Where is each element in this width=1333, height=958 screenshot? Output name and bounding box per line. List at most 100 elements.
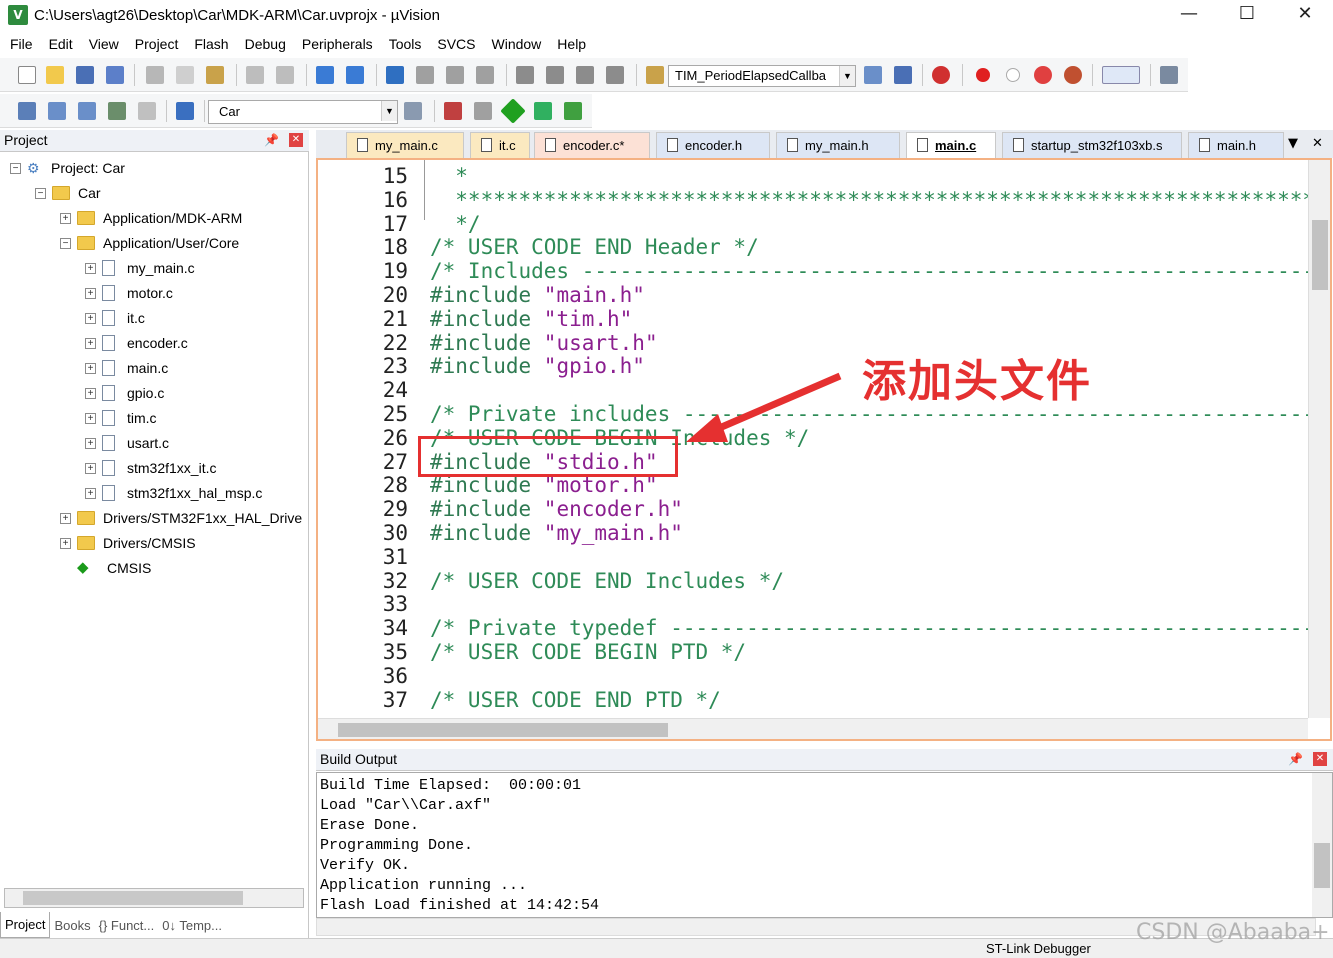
- expand-icon[interactable]: +: [60, 212, 71, 224]
- scrollbar-thumb[interactable]: [1314, 843, 1330, 888]
- expand-icon[interactable]: +: [85, 412, 96, 424]
- tree-item[interactable]: + Drivers/STM32F1xx_HAL_Drive: [60, 506, 302, 530]
- tree-item[interactable]: − Car: [35, 181, 101, 205]
- editor-tab[interactable]: startup_stm32f103xb.s: [1002, 132, 1182, 158]
- expand-icon[interactable]: +: [85, 287, 96, 299]
- editor-tab[interactable]: my_main.h: [776, 132, 900, 158]
- tree-item[interactable]: + my_main.c: [85, 256, 195, 280]
- find-icon[interactable]: [864, 66, 882, 84]
- chevron-down-icon[interactable]: ▼: [839, 66, 855, 86]
- collapse-icon[interactable]: −: [10, 162, 21, 174]
- close-button[interactable]: ✕: [1276, 0, 1333, 26]
- build-vertical-scrollbar[interactable]: [1312, 773, 1332, 917]
- tree-item[interactable]: + stm32f1xx_it.c: [85, 456, 216, 480]
- editor-tab[interactable]: encoder.h: [656, 132, 770, 158]
- save-icon[interactable]: [76, 66, 94, 84]
- navigate-back-icon[interactable]: [316, 66, 334, 84]
- tree-item[interactable]: − ⚙ Project: Car: [10, 156, 125, 180]
- expand-icon[interactable]: +: [85, 387, 96, 399]
- navigate-forward-icon[interactable]: [346, 66, 364, 84]
- close-icon[interactable]: ✕: [1313, 752, 1327, 766]
- breakpoint-icon[interactable]: [976, 68, 990, 82]
- configure-icon[interactable]: [1160, 66, 1178, 84]
- expand-icon[interactable]: +: [85, 262, 96, 274]
- comment-icon[interactable]: [576, 66, 594, 84]
- expand-icon[interactable]: +: [60, 537, 71, 549]
- expand-icon[interactable]: +: [60, 512, 71, 524]
- scrollbar-thumb[interactable]: [338, 723, 668, 737]
- file-extensions-icon[interactable]: [444, 102, 462, 120]
- bookmark-icon[interactable]: [386, 66, 404, 84]
- pin-icon[interactable]: 📌: [1288, 752, 1303, 766]
- open-file-icon[interactable]: [46, 66, 64, 84]
- editor-tab[interactable]: encoder.c*: [534, 132, 650, 158]
- panel-tab-3[interactable]: 0↓ Temp...: [158, 912, 226, 938]
- expand-icon[interactable]: +: [85, 487, 96, 499]
- disable-breakpoint-icon[interactable]: [1006, 68, 1020, 82]
- clear-breakpoints-icon[interactable]: [1034, 66, 1052, 84]
- copy-icon[interactable]: [176, 66, 194, 84]
- next-bookmark-icon[interactable]: [446, 66, 464, 84]
- close-icon[interactable]: ✕: [289, 133, 303, 147]
- indent-icon[interactable]: [516, 66, 534, 84]
- tree-item[interactable]: + main.c: [85, 356, 168, 380]
- chevron-down-icon[interactable]: ▼: [381, 101, 397, 121]
- maximize-button[interactable]: ☐: [1218, 0, 1276, 26]
- tree-item[interactable]: + Application/MDK-ARM: [60, 206, 242, 230]
- save-all-icon[interactable]: [106, 66, 124, 84]
- tree-item[interactable]: + motor.c: [85, 281, 173, 305]
- menu-debug[interactable]: Debug: [237, 36, 294, 52]
- tree-item[interactable]: + gpio.c: [85, 381, 164, 405]
- expand-icon[interactable]: +: [85, 437, 96, 449]
- scrollbar-thumb[interactable]: [23, 891, 243, 905]
- menu-flash[interactable]: Flash: [186, 36, 236, 52]
- editor-tab[interactable]: my_main.c: [346, 132, 464, 158]
- pack-installer-icon[interactable]: [534, 102, 552, 120]
- menu-window[interactable]: Window: [484, 36, 550, 52]
- paste-icon[interactable]: [206, 66, 224, 84]
- menu-tools[interactable]: Tools: [381, 36, 430, 52]
- expand-icon[interactable]: +: [85, 462, 96, 474]
- expand-icon[interactable]: +: [85, 337, 96, 349]
- kill-breakpoints-icon[interactable]: [1064, 66, 1082, 84]
- menu-view[interactable]: View: [81, 36, 127, 52]
- editor-tab[interactable]: main.c: [906, 132, 996, 158]
- tree-item[interactable]: + tim.c: [85, 406, 157, 430]
- target-options-icon[interactable]: [404, 102, 422, 120]
- tree-item[interactable]: + encoder.c: [85, 331, 188, 355]
- tree-item[interactable]: + usart.c: [85, 431, 169, 455]
- menu-file[interactable]: File: [2, 36, 41, 52]
- minimize-button[interactable]: —: [1160, 0, 1218, 26]
- editor-horizontal-scrollbar[interactable]: [318, 718, 1308, 739]
- function-search-combobox[interactable]: TIM_PeriodElapsedCallba ▼: [668, 65, 856, 87]
- stop-build-icon[interactable]: [138, 102, 156, 120]
- redo-icon[interactable]: [276, 66, 294, 84]
- translate-icon[interactable]: [18, 102, 36, 120]
- tree-item[interactable]: + Drivers/CMSIS: [60, 531, 196, 555]
- debug-session-icon[interactable]: [932, 66, 950, 84]
- build-output-pane[interactable]: Build Time Elapsed: 00:00:01 Load "Car\\C…: [316, 772, 1333, 918]
- select-packs-icon[interactable]: [564, 102, 582, 120]
- batch-build-icon[interactable]: [108, 102, 126, 120]
- menu-help[interactable]: Help: [549, 36, 594, 52]
- panel-tab-0[interactable]: Project: [0, 912, 51, 938]
- unindent-icon[interactable]: [546, 66, 564, 84]
- find-in-files-icon[interactable]: [646, 66, 664, 84]
- menu-project[interactable]: Project: [127, 36, 187, 52]
- incremental-find-icon[interactable]: [894, 66, 912, 84]
- close-tab-icon[interactable]: ✕: [1312, 136, 1323, 151]
- editor-tab[interactable]: it.c: [470, 132, 530, 158]
- tab-list-icon[interactable]: ▼: [1288, 136, 1298, 151]
- editor-vertical-scrollbar[interactable]: [1308, 160, 1330, 718]
- project-horizontal-scrollbar[interactable]: [4, 888, 304, 908]
- tree-item[interactable]: + it.c: [85, 306, 145, 330]
- build-icon[interactable]: [48, 102, 66, 120]
- uncomment-icon[interactable]: [606, 66, 624, 84]
- clear-bookmarks-icon[interactable]: [476, 66, 494, 84]
- expand-icon[interactable]: +: [85, 312, 96, 324]
- editor-tab[interactable]: main.h: [1188, 132, 1284, 158]
- target-select[interactable]: Car ▼: [208, 100, 398, 124]
- prev-bookmark-icon[interactable]: [416, 66, 434, 84]
- menu-edit[interactable]: Edit: [41, 36, 81, 52]
- scrollbar-thumb[interactable]: [1312, 220, 1328, 290]
